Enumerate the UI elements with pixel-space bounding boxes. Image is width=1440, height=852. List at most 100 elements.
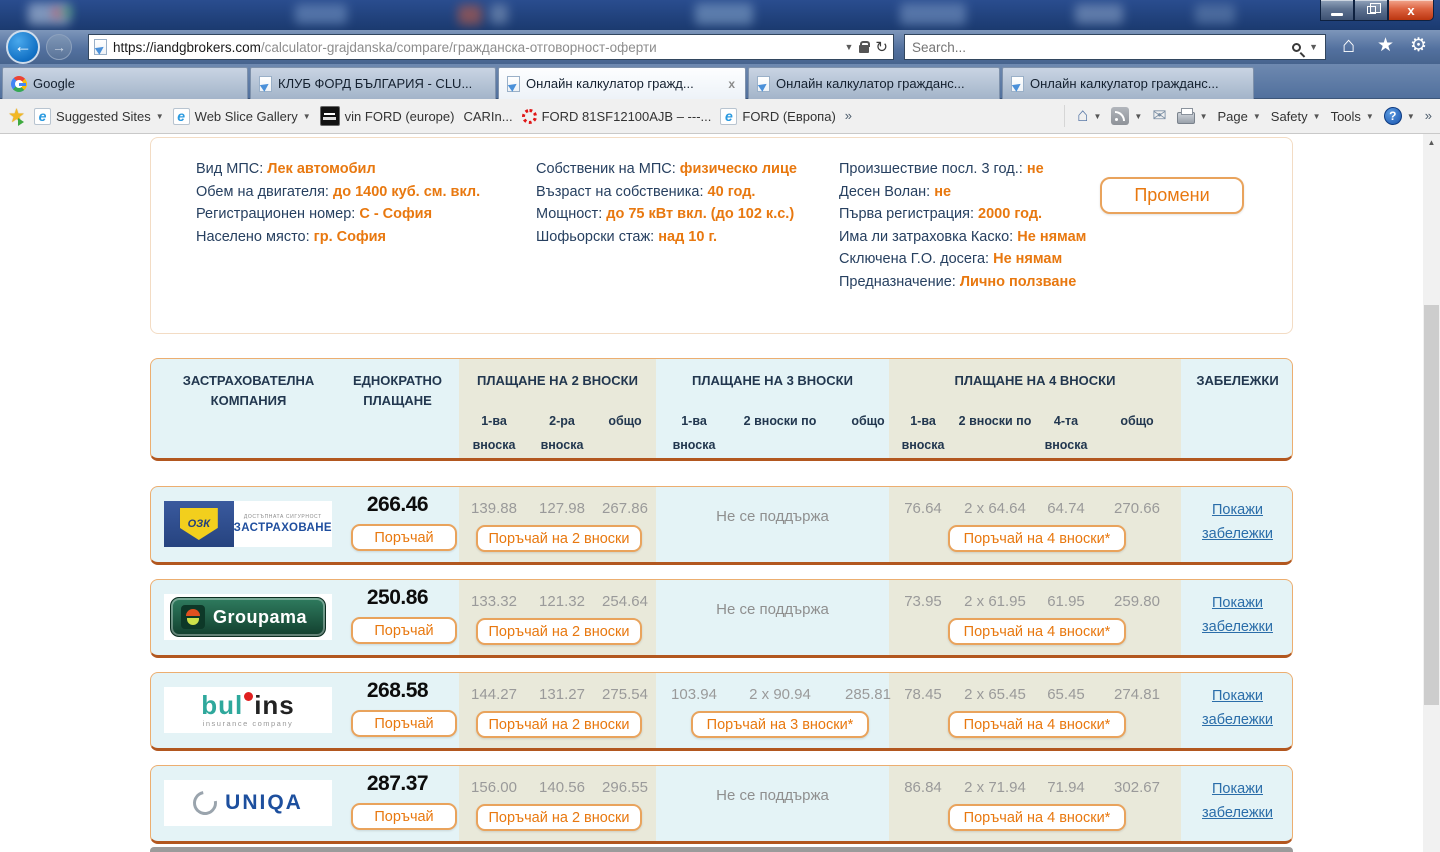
taskbar-blur-decor [1075,4,1123,24]
favorite-vin-ford[interactable]: vin FORD (europe) [320,106,455,126]
ozk-shield-icon: ОЗК [180,508,218,540]
four-total-amount: 259.80 [1107,593,1167,610]
add-favorite-star-icon[interactable]: ★ [8,105,25,128]
window-controls: x [1320,0,1434,21]
close-button[interactable]: x [1388,0,1434,21]
show-notes-link[interactable]: Покажи забележки [1181,684,1293,732]
order-single-button[interactable]: Поръчай [351,617,457,644]
summary-column-3: Произшествие посл. 3 год.: не Десен Вола… [839,158,1086,294]
mail-button[interactable]: ✉ [1152,106,1166,126]
show-notes-link[interactable]: Покажи забележки [1181,777,1293,825]
tab-calculator-active[interactable]: Онлайн калкулатор гражд... x [498,67,746,99]
four-first-amount: 76.64 [891,500,955,517]
order-two-installments-button[interactable]: Поръчай на 2 вноски [476,804,642,831]
forward-button[interactable]: → [46,34,72,60]
help-menu-button[interactable]: ? ▼ [1384,107,1415,125]
summary-field: Обем на двигателя: до 1400 куб. см. вкл. [196,181,480,204]
back-arrow-icon: ← [14,36,32,56]
subheader-total: общо [595,409,655,433]
search-icon[interactable] [1292,43,1301,52]
subheader-first-installment: 1-вавноска [891,409,955,457]
order-four-installments-button[interactable]: Поръчай на 4 вноски* [948,525,1126,552]
tab-label: Онлайн калкулатор гражд... [526,76,694,91]
three-total-amount: 285.81 [838,686,898,703]
order-four-installments-button[interactable]: Поръчай на 4 вноски* [948,804,1126,831]
three-installments-unsupported: Не се поддържа [656,601,889,618]
single-payment-price: 250.86 [336,586,459,610]
url-text: https://iandgbrokers.com/calculator-graj… [113,40,657,55]
scroll-up-icon[interactable]: ▲ [1423,134,1440,151]
chevron-down-icon: ▼ [1093,112,1101,121]
favorite-web-slice-gallery[interactable]: Web Slice Gallery ▼ [173,108,311,125]
change-parameters-button[interactable]: Промени [1100,177,1244,214]
tab-google[interactable]: Google [2,67,248,99]
help-icon: ? [1384,107,1402,125]
order-single-button[interactable]: Поръчай [351,803,457,830]
summary-field: Мощност: до 75 кВт вкл. (до 102 к.с.) [536,203,797,226]
three-installments-unsupported: Не се поддържа [656,508,889,525]
four-fourth-amount: 65.45 [1035,686,1097,703]
printer-icon [1177,112,1195,124]
settings-gear-icon[interactable]: ⚙ [1410,34,1427,57]
tab-close-icon[interactable]: x [726,77,737,91]
refresh-icon[interactable]: ↻ [875,38,888,56]
home-icon[interactable]: ⌂ [1342,32,1355,58]
tab-klub-ford[interactable]: КЛУБ ФОРД БЪЛГАРИЯ - CLU... [250,67,496,99]
restore-button[interactable] [1354,0,1388,21]
rss-menu-button[interactable]: ▼ [1111,107,1142,125]
order-four-installments-button[interactable]: Поръчай на 4 вноски* [948,711,1126,738]
vertical-scrollbar[interactable]: ▲ [1423,134,1440,852]
favorites-star-icon[interactable]: ★ [1377,34,1394,57]
show-notes-link[interactable]: Покажи забележки [1181,498,1293,546]
order-two-installments-button[interactable]: Поръчай на 2 вноски [476,525,642,552]
favorite-suggested-sites[interactable]: Suggested Sites ▼ [34,108,164,125]
two-second-amount: 131.27 [529,686,595,703]
order-two-installments-button[interactable]: Поръчай на 2 вноски [476,618,642,645]
search-dropdown-icon[interactable]: ▼ [1309,42,1318,52]
summary-field: Населено място: гр. София [196,226,480,249]
command-overflow-icon[interactable]: » [1425,108,1432,123]
tab-calculator-2[interactable]: Онлайн калкулатор гражданс... [748,67,1000,99]
three-first-amount: 103.94 [656,686,732,703]
favorite-label: CARIn... [463,109,512,124]
tab-calculator-3[interactable]: Онлайн калкулатор гражданс... [1002,67,1254,99]
tools-menu-button[interactable]: Tools ▼ [1331,109,1374,124]
order-three-installments-button[interactable]: Поръчай на 3 вноски* [691,711,869,738]
insurer-logo-uniqa: UNIQA [164,780,332,826]
header-company: ЗАСТРАХОВАТЕЛНАКОМПАНИЯ [161,371,336,411]
tab-label: Онлайн калкулатор гражданс... [776,76,965,91]
order-two-installments-button[interactable]: Поръчай на 2 вноски [476,711,642,738]
two-total-amount: 296.55 [595,779,655,796]
page-menu-button[interactable]: Page ▼ [1217,109,1260,124]
address-bar[interactable]: https://iandgbrokers.com/calculator-graj… [88,34,894,60]
order-single-button[interactable]: Поръчай [351,710,457,737]
favorite-label: Suggested Sites [56,109,151,124]
favorite-ford-europa[interactable]: FORD (Европа) [720,108,835,125]
offer-row-uniqa: UNIQA 287.37 Поръчай 156.00 140.56 296.5… [150,765,1293,844]
header-four-installments: ПЛАЩАНЕ НА 4 ВНОСКИ [889,371,1181,391]
two-total-amount: 275.54 [595,686,655,703]
favorite-label: Web Slice Gallery [195,109,298,124]
favorite-ford-vin-code[interactable]: FORD 81SF12100AJB – ---... [522,109,712,124]
chevron-down-icon: ▼ [1407,112,1415,121]
single-payment-price: 268.58 [336,679,459,703]
back-button[interactable]: ← [6,30,40,64]
chevron-down-icon: ▼ [1366,112,1374,121]
scrollbar-thumb[interactable] [1424,305,1439,705]
minimize-button[interactable] [1320,0,1354,21]
address-dropdown-icon[interactable]: ▼ [845,42,854,52]
print-menu-button[interactable]: ▼ [1177,108,1208,124]
favorites-overflow-icon[interactable]: » [845,108,852,123]
show-notes-link[interactable]: Покажи забележки [1181,591,1293,639]
home-menu-button[interactable]: ⌂ ▼ [1077,105,1101,127]
safety-menu-button[interactable]: Safety ▼ [1271,109,1321,124]
search-input[interactable] [912,40,1284,55]
page-favicon [507,76,520,92]
search-box[interactable]: ▼ [904,34,1326,60]
order-single-button[interactable]: Поръчай [351,524,457,551]
order-four-installments-button[interactable]: Поръчай на 4 вноски* [948,618,1126,645]
forward-arrow-icon: → [52,39,66,55]
security-lock-icon[interactable] [859,45,869,53]
favorite-carin[interactable]: CARIn... [463,109,512,124]
two-second-amount: 121.32 [529,593,595,610]
